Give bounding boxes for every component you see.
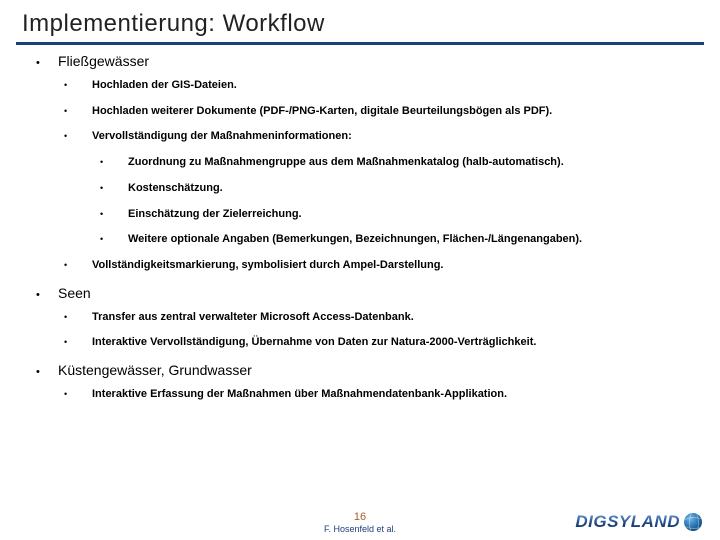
item-text: Einschätzung der Zielerreichung. bbox=[128, 208, 302, 222]
item-text: Interaktive Erfassung der Maßnahmen über… bbox=[92, 388, 507, 402]
bullet-lvl2: • bbox=[64, 389, 92, 400]
list-item: • Vervollständigung der Maßnahmeninforma… bbox=[64, 130, 700, 144]
item-text: Transfer aus zentral verwalteter Microso… bbox=[92, 311, 414, 325]
logo-text: DIGSYLAND bbox=[575, 512, 680, 532]
slide-title: Implementierung: Workflow bbox=[0, 0, 720, 42]
item-text: Kostenschätzung. bbox=[128, 182, 223, 196]
bullet-lvl1: • bbox=[36, 366, 58, 380]
item-text: Zuordnung zu Maßnahmengruppe aus dem Maß… bbox=[128, 156, 564, 170]
bullet-lvl2: • bbox=[64, 106, 92, 117]
bullet-lvl2: • bbox=[64, 131, 92, 142]
bullet-lvl1: • bbox=[36, 289, 58, 303]
section-heading: Fließgewässer bbox=[58, 53, 149, 71]
slide: Implementierung: Workflow • Fließgewässe… bbox=[0, 0, 720, 540]
section-fliessgewaesser: • Fließgewässer • Hochladen der GIS-Date… bbox=[36, 53, 700, 273]
bullet-lvl3: • bbox=[100, 234, 128, 245]
item-text: Hochladen weiterer Dokumente (PDF-/PNG-K… bbox=[92, 105, 552, 119]
item-text: Weitere optionale Angaben (Bemerkungen, … bbox=[128, 233, 582, 247]
bullet-lvl3: • bbox=[100, 183, 128, 194]
slide-body: • Fließgewässer • Hochladen der GIS-Date… bbox=[0, 45, 720, 402]
section-heading: Seen bbox=[58, 285, 91, 303]
section-seen: • Seen • Transfer aus zentral verwaltete… bbox=[36, 285, 700, 350]
item-text: Vollständigkeitsmarkierung, symbolisiert… bbox=[92, 259, 443, 273]
list-item: • Transfer aus zentral verwalteter Micro… bbox=[64, 311, 700, 325]
bullet-lvl1: • bbox=[36, 57, 58, 71]
bullet-lvl2: • bbox=[64, 80, 92, 91]
bullet-lvl2: • bbox=[64, 312, 92, 323]
list-item: • Weitere optionale Angaben (Bemerkungen… bbox=[100, 233, 700, 247]
bullet-lvl2: • bbox=[64, 337, 92, 348]
list-item: • Kostenschätzung. bbox=[100, 182, 700, 196]
bullet-lvl3: • bbox=[100, 157, 128, 168]
list-item: • Interaktive Vervollständigung, Übernah… bbox=[64, 336, 700, 350]
item-text: Vervollständigung der Maßnahmeninformati… bbox=[92, 130, 352, 144]
section-heading: Küstengewässer, Grundwasser bbox=[58, 362, 252, 380]
list-item: • Einschätzung der Zielerreichung. bbox=[100, 208, 700, 222]
list-item: • Hochladen der GIS-Dateien. bbox=[64, 79, 700, 93]
item-text: Interaktive Vervollständigung, Übernahme… bbox=[92, 336, 536, 350]
item-text: Hochladen der GIS-Dateien. bbox=[92, 79, 237, 93]
list-item: • Interaktive Erfassung der Maßnahmen üb… bbox=[64, 388, 700, 402]
globe-icon bbox=[684, 513, 702, 531]
list-item: • Hochladen weiterer Dokumente (PDF-/PNG… bbox=[64, 105, 700, 119]
list-item: • Vollständigkeitsmarkierung, symbolisie… bbox=[64, 259, 700, 273]
bullet-lvl3: • bbox=[100, 209, 128, 220]
bullet-lvl2: • bbox=[64, 260, 92, 271]
brand-logo: DIGSYLAND bbox=[575, 512, 702, 532]
list-item: • Zuordnung zu Maßnahmengruppe aus dem M… bbox=[100, 156, 700, 170]
section-kuesten-grundwasser: • Küstengewässer, Grundwasser • Interakt… bbox=[36, 362, 700, 402]
